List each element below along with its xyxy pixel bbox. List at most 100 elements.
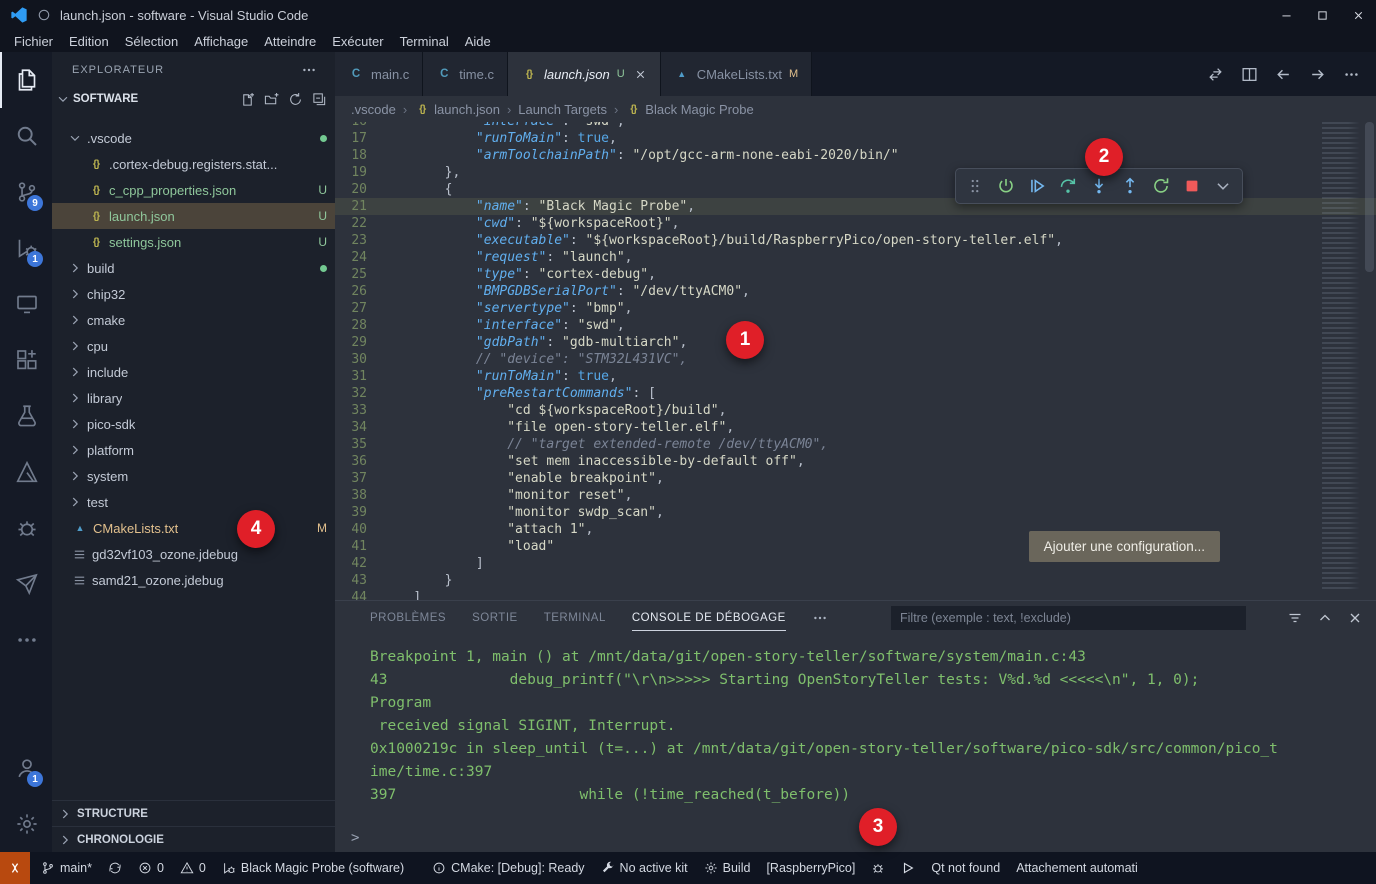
tree-item-c-cpp-properties-json[interactable]: {}c_cpp_properties.jsonU (52, 177, 335, 203)
sidebar-more-icon[interactable] (301, 62, 317, 78)
add-configuration-button[interactable]: Ajouter une configuration... (1029, 531, 1220, 562)
debug-stop-button[interactable] (1183, 177, 1201, 195)
status-cmake-kit[interactable]: No active kit (593, 852, 696, 884)
breadcrumb-item-launch-json[interactable]: {}launch.json (414, 102, 500, 117)
code-line-31[interactable]: 31 "runToMain": true, (335, 368, 1376, 385)
panel-tab-console-de-d-bogage[interactable]: CONSOLE DE DÉBOGAGE (632, 604, 786, 631)
code-line-44[interactable]: 44 ] (335, 589, 1376, 600)
code-line-29[interactable]: 29 "gdbPath": "gdb-multiarch", (335, 334, 1376, 351)
activity-explorer[interactable] (0, 52, 52, 108)
breadcrumb[interactable]: .vscode›{}launch.json›Launch Targets›{}B… (335, 96, 1376, 122)
debug-step-over-button[interactable] (1059, 177, 1077, 195)
activity-manage[interactable] (0, 796, 52, 852)
status-debug-launch[interactable]: Black Magic Probe (software) (214, 852, 412, 884)
code-line-18[interactable]: 18 "armToolchainPath": "/opt/gcc-arm-non… (335, 147, 1376, 164)
breadcrumb-item-black-magic-probe[interactable]: {}Black Magic Probe (625, 102, 753, 117)
activity-run-and-debug[interactable]: 1 (0, 220, 52, 276)
sidebar-section-chronologie[interactable]: CHRONOLOGIE (52, 826, 335, 852)
panel-tab-terminal[interactable]: TERMINAL (544, 604, 606, 631)
debug-console-filter-input[interactable] (891, 606, 1246, 630)
arrow-right-icon[interactable] (1309, 66, 1326, 83)
debug-drag-handle-button[interactable] (966, 177, 984, 195)
debug-continue-button[interactable] (1028, 177, 1046, 195)
tree-item-include[interactable]: include (52, 359, 335, 385)
status-cmake-target[interactable]: [RaspberryPico] (758, 852, 863, 884)
tree-item-pico-sdk[interactable]: pico-sdk (52, 411, 335, 437)
debug-power-button[interactable] (997, 177, 1015, 195)
breadcrumb-item-launch-targets[interactable]: Launch Targets (518, 102, 607, 117)
breadcrumb-item-vscode[interactable]: .vscode (351, 102, 396, 117)
tree-item-platform[interactable]: platform (52, 437, 335, 463)
code-line-35[interactable]: 35 // "target extended-remote /dev/ttyAC… (335, 436, 1376, 453)
debug-restart-button[interactable] (1152, 177, 1170, 195)
activity-remote-explorer[interactable] (0, 276, 52, 332)
chevron-up-icon[interactable] (1317, 610, 1333, 626)
new-file-icon[interactable] (240, 92, 255, 107)
status-warnings[interactable]: 0 (172, 852, 214, 884)
activity-testing[interactable] (0, 388, 52, 444)
status-errors[interactable]: 0 (130, 852, 172, 884)
menu-aide[interactable]: Aide (457, 33, 499, 50)
debug-console-prompt[interactable]: > (351, 830, 359, 846)
window-close-button[interactable] (1340, 0, 1376, 30)
code-line-17[interactable]: 17 "runToMain": true, (335, 130, 1376, 147)
menu-fichier[interactable]: Fichier (6, 33, 61, 50)
status-git-branch[interactable]: main* (33, 852, 100, 884)
tab-launch-json[interactable]: {}launch.jsonU (508, 52, 661, 96)
code-line-22[interactable]: 22 "cwd": "${workspaceRoot}", (335, 215, 1376, 232)
close-tab-icon[interactable] (634, 68, 647, 81)
collapse-all-icon[interactable] (312, 92, 327, 107)
menu-s-lection[interactable]: Sélection (117, 33, 186, 50)
closex-icon[interactable] (1347, 610, 1363, 626)
code-line-39[interactable]: 39 "monitor swdp_scan", (335, 504, 1376, 521)
menu-atteindre[interactable]: Atteindre (256, 33, 324, 50)
tab-time-c[interactable]: Ctime.c (423, 52, 508, 96)
explorer-section-header[interactable]: SOFTWARE (52, 87, 335, 111)
code-line-16[interactable]: 16 "interface": "swd", (335, 122, 1376, 130)
status-cmake-debug[interactable] (863, 852, 893, 884)
code-line-36[interactable]: 36 "set mem inaccessible-by-default off"… (335, 453, 1376, 470)
debug-more-debug-actions-button[interactable] (1214, 177, 1232, 195)
status-cmake-run[interactable] (893, 852, 923, 884)
new-folder-icon[interactable] (264, 92, 279, 107)
minimap[interactable] (1322, 122, 1362, 590)
tree-item-cmakelists-txt[interactable]: ▲CMakeLists.txtM (52, 515, 335, 541)
code-line-43[interactable]: 43 } (335, 572, 1376, 589)
status-sync[interactable] (100, 852, 130, 884)
tree-item-system[interactable]: system (52, 463, 335, 489)
tree-item-cortex-debug-registers-stat[interactable]: {}.cortex-debug.registers.stat... (52, 151, 335, 177)
activity-memory-view[interactable] (0, 556, 52, 612)
activity-cmake[interactable] (0, 444, 52, 500)
editor-scrollbar[interactable] (1365, 122, 1374, 272)
code-line-37[interactable]: 37 "enable breakpoint", (335, 470, 1376, 487)
panel-tab-sortie[interactable]: SORTIE (472, 604, 518, 631)
tree-item-cpu[interactable]: cpu (52, 333, 335, 359)
code-line-26[interactable]: 26 "BMPGDBSerialPort": "/dev/ttyACM0", (335, 283, 1376, 300)
tree-item-samd21-ozone-jdebug[interactable]: samd21_ozone.jdebug (52, 567, 335, 593)
window-minimize-button[interactable] (1268, 0, 1304, 30)
activity-source-control[interactable]: 9 (0, 164, 52, 220)
status-remote-indicator[interactable] (0, 852, 30, 884)
code-line-25[interactable]: 25 "type": "cortex-debug", (335, 266, 1376, 283)
code-line-32[interactable]: 32 "preRestartCommands": [ (335, 385, 1376, 402)
code-line-27[interactable]: 27 "servertype": "bmp", (335, 300, 1376, 317)
activity-accounts[interactable]: 1 (0, 740, 52, 796)
code-line-30[interactable]: 30 // "device": "STM32L431VC", (335, 351, 1376, 368)
activity-cortex-debug[interactable] (0, 500, 52, 556)
tree-item-chip32[interactable]: chip32 (52, 281, 335, 307)
activity-search[interactable] (0, 108, 52, 164)
filter-lines-icon[interactable] (1287, 610, 1303, 626)
debug-step-into-button[interactable] (1090, 177, 1108, 195)
split-icon[interactable] (1241, 66, 1258, 83)
ellipsis-icon[interactable] (1343, 66, 1360, 83)
tree-item-gd32vf103-ozone-jdebug[interactable]: gd32vf103_ozone.jdebug (52, 541, 335, 567)
code-line-28[interactable]: 28 "interface": "swd", (335, 317, 1376, 334)
tree-item-test[interactable]: test (52, 489, 335, 515)
code-line-23[interactable]: 23 "executable": "${workspaceRoot}/build… (335, 232, 1376, 249)
code-line-38[interactable]: 38 "monitor reset", (335, 487, 1376, 504)
compare-icon[interactable] (1207, 66, 1224, 83)
sidebar-section-structure[interactable]: STRUCTURE (52, 800, 335, 826)
tab-main-c[interactable]: Cmain.c (335, 52, 423, 96)
menu-ex-cuter[interactable]: Exécuter (324, 33, 391, 50)
menu-edition[interactable]: Edition (61, 33, 117, 50)
